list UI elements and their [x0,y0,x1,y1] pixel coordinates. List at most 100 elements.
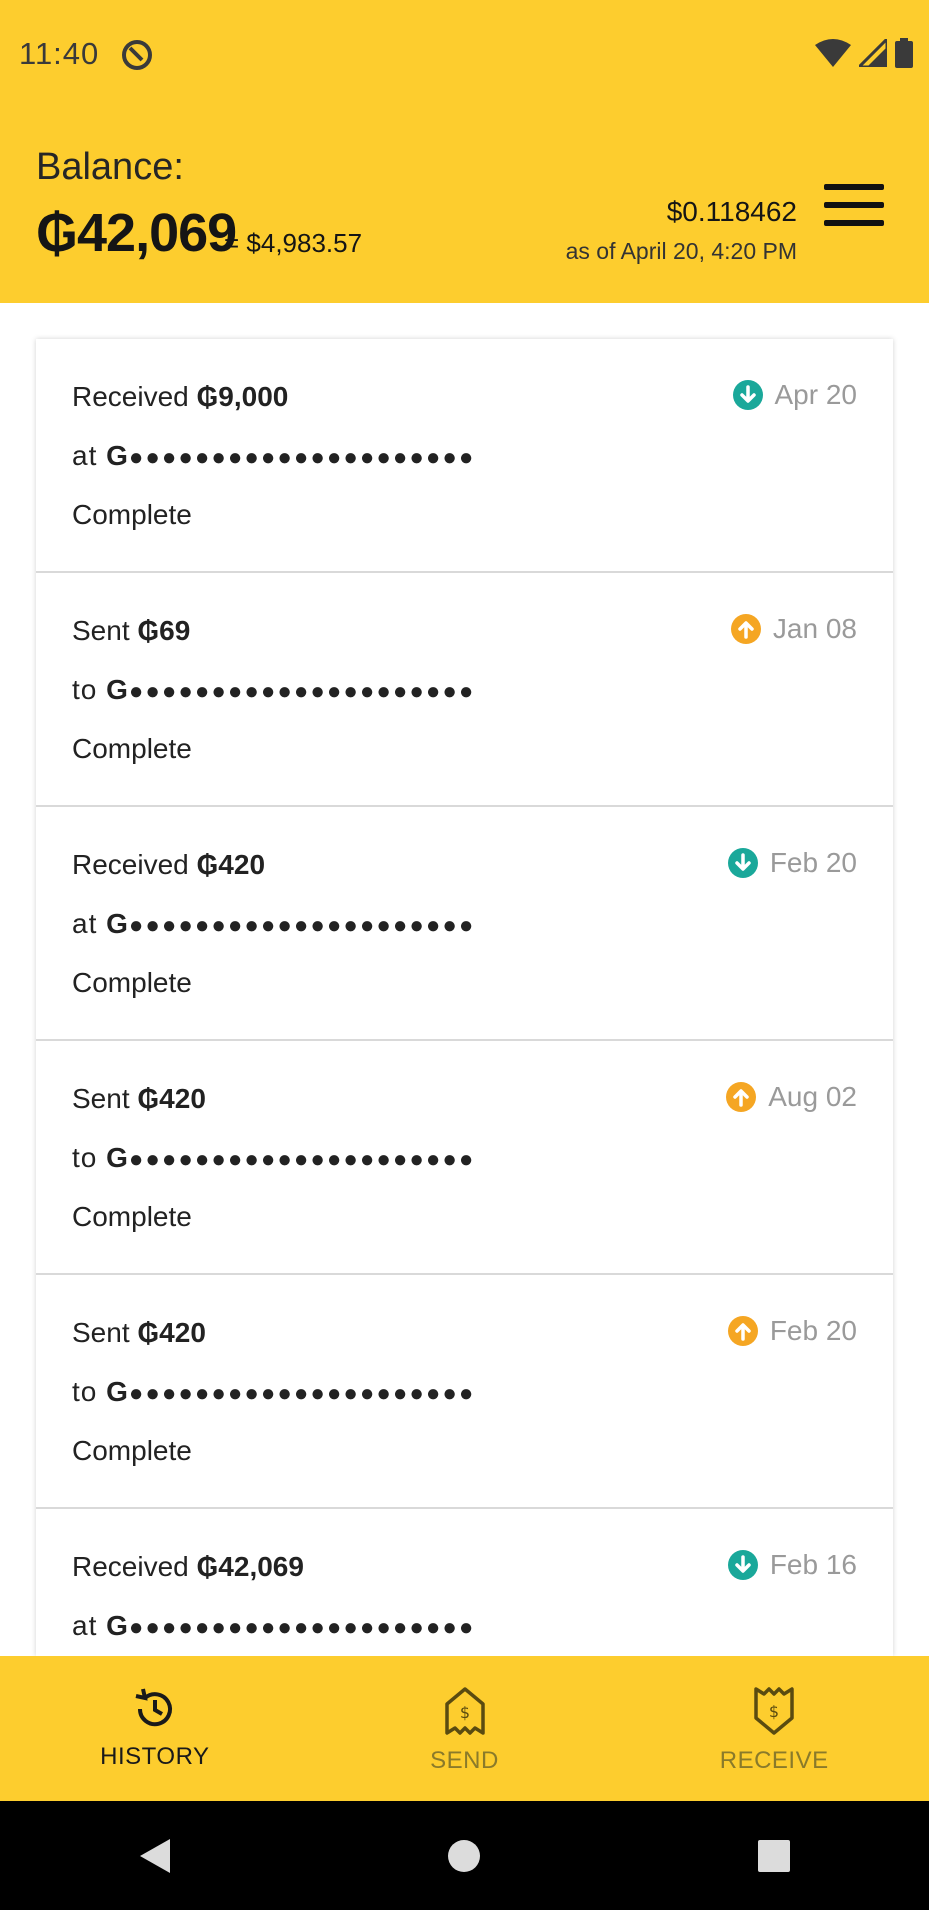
address-prefix: G [106,1142,129,1173]
app-notification-icon [120,38,154,77]
transaction-meta: Aug 02 [726,1081,857,1113]
transaction-verb: Received [72,849,189,880]
svg-text:$: $ [459,1703,469,1722]
address-prefix: G [106,908,129,939]
address-mask: ●●●●●●●●●●●●●●●●●●●●● [128,678,476,705]
address-prefix: G [106,440,129,471]
transaction-amount: ₲420 [137,1083,206,1114]
transaction-summary: Received ₲42,069 [72,1551,304,1583]
balance-usd: = $4,983.57 [224,228,363,258]
transaction-card[interactable]: Received ₲42,069 at G●●●●●●●●●●●●●●●●●●●… [36,1509,893,1656]
transaction-summary: Sent ₲420 [72,1317,206,1349]
battery-icon [895,38,913,73]
transaction-address: at G●●●●●●●●●●●●●●●●●●●●● [72,1610,475,1642]
address-prefix: G [106,674,129,705]
transaction-meta: Feb 16 [727,1549,857,1581]
balance-amount: ₲42,069 [36,203,237,263]
status-bar: 11:40 [0,0,929,112]
sent-arrow-icon [726,1082,757,1112]
transaction-address: to G●●●●●●●●●●●●●●●●●●●●● [72,1376,475,1408]
address-mask: ●●●●●●●●●●●●●●●●●●●●● [128,1614,476,1641]
tab-receive[interactable]: $ RECEIVE [619,1656,929,1801]
received-arrow-icon [732,380,763,410]
wifi-icon [815,39,851,72]
transaction-verb: Received [72,1551,189,1582]
address-mask: ●●●●●●●●●●●●●●●●●●●●● [128,444,476,471]
transaction-status: Complete [72,1201,192,1232]
transaction-amount: ₲420 [196,849,266,880]
received-arrow-icon [727,1550,758,1580]
transaction-meta: Apr 20 [732,379,858,411]
back-icon[interactable] [125,1826,185,1886]
transaction-meta: Feb 20 [727,847,857,879]
sent-arrow-icon [730,614,761,644]
received-arrow-icon [727,848,758,878]
transaction-status: Complete [72,1435,192,1466]
transaction-date: Feb 16 [769,1549,857,1580]
transaction-summary: Sent ₲69 [72,615,190,647]
address-mask: ●●●●●●●●●●●●●●●●●●●●● [128,912,476,939]
sent-arrow-icon [727,1316,758,1346]
address-preposition: to [72,1142,98,1173]
tab-receive-label: RECEIVE [719,1747,829,1774]
address-prefix: G [106,1610,129,1641]
address-preposition: at [72,440,98,471]
transaction-summary: Received ₲420 [72,849,265,881]
address-prefix: G [106,1376,129,1407]
address-preposition: at [72,908,98,939]
recents-icon[interactable] [744,1826,804,1886]
transaction-verb: Sent [72,615,130,646]
balance-header: Balance: ₲42,069 = $4,983.57 $0.118462 a… [0,112,929,303]
transaction-summary: Received ₲9,000 [72,381,288,413]
transaction-verb: Received [72,381,189,412]
transaction-card[interactable]: Sent ₲420 to G●●●●●●●●●●●●●●●●●●●●● Comp… [36,1041,893,1275]
home-icon[interactable] [434,1826,494,1886]
rate-timestamp: as of April 20, 4:20 PM [565,238,797,264]
transaction-address: at G●●●●●●●●●●●●●●●●●●●●● [72,440,475,472]
transaction-date: Jan 08 [772,613,857,644]
transaction-status: Complete [72,967,192,998]
transaction-card[interactable]: Received ₲420 at G●●●●●●●●●●●●●●●●●●●●● … [36,807,893,1041]
transaction-meta: Jan 08 [730,613,857,645]
transaction-amount: ₲42,069 [196,1551,304,1582]
transaction-amount: ₲420 [137,1317,206,1348]
transaction-summary: Sent ₲420 [72,1083,206,1115]
tab-send-label: SEND [430,1747,499,1774]
transaction-date: Aug 02 [768,1081,857,1112]
address-mask: ●●●●●●●●●●●●●●●●●●●●● [128,1146,476,1173]
address-preposition: to [72,674,98,705]
hamburger-menu-icon[interactable] [824,184,884,234]
transaction-card[interactable]: Sent ₲69 to G●●●●●●●●●●●●●●●●●●●●● Compl… [36,573,893,807]
address-mask: ●●●●●●●●●●●●●●●●●●●●● [128,1380,476,1407]
transaction-date: Apr 20 [774,379,858,410]
transaction-card[interactable]: Sent ₲420 to G●●●●●●●●●●●●●●●●●●●●● Comp… [36,1275,893,1509]
send-icon: $ [442,1686,488,1741]
tab-send[interactable]: $ SEND [310,1656,620,1801]
status-icons [815,35,913,73]
history-icon [132,1686,178,1737]
transaction-verb: Sent [72,1317,130,1348]
tab-history[interactable]: HISTORY [0,1656,310,1801]
bottom-navigation: HISTORY $ SEND $ RECEIVE [0,1656,929,1801]
svg-text:$: $ [769,1702,779,1721]
address-preposition: to [72,1376,98,1407]
transaction-address: at G●●●●●●●●●●●●●●●●●●●●● [72,908,475,940]
tab-history-label: HISTORY [100,1743,210,1770]
balance-label: Balance: [36,146,184,188]
transaction-address: to G●●●●●●●●●●●●●●●●●●●●● [72,674,475,706]
transaction-status: Complete [72,499,192,530]
transaction-amount: ₲9,000 [196,381,289,412]
exchange-rate: $0.118462 [666,196,797,227]
transaction-amount: ₲69 [137,615,191,646]
transaction-address: to G●●●●●●●●●●●●●●●●●●●●● [72,1142,475,1174]
transaction-verb: Sent [72,1083,130,1114]
receive-icon: $ [751,1686,797,1741]
transaction-list[interactable]: Received ₲9,000 at G●●●●●●●●●●●●●●●●●●●●… [36,339,893,1656]
transaction-date: Feb 20 [769,847,857,878]
signal-icon [855,35,889,72]
system-navigation-bar [0,1801,929,1910]
transaction-status: Complete [72,733,192,764]
transaction-meta: Feb 20 [727,1315,857,1347]
transaction-card[interactable]: Received ₲9,000 at G●●●●●●●●●●●●●●●●●●●●… [36,339,893,573]
transaction-date: Feb 20 [769,1315,857,1346]
